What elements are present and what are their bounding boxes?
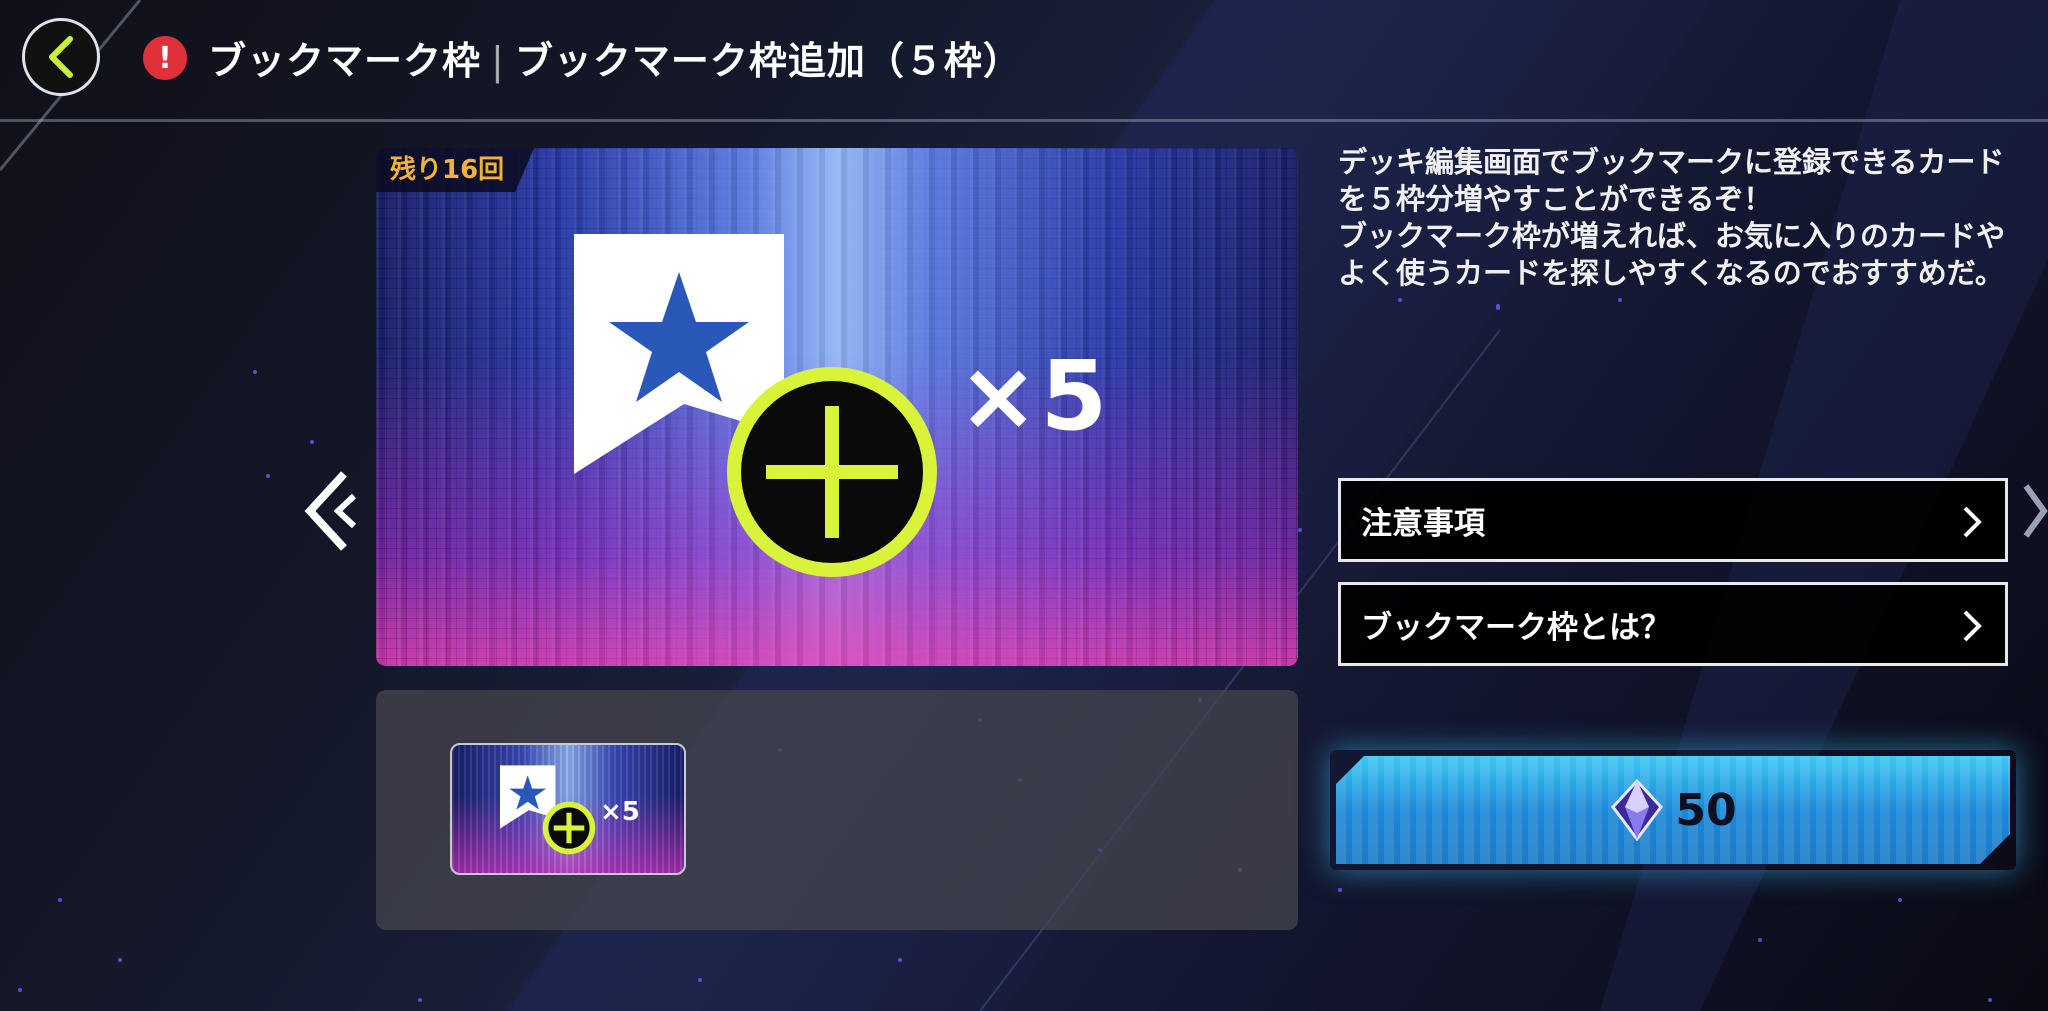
description-paragraph-1: デッキ編集画面でブックマークに登録できるカードを５枠分増やすことができるぞ！ xyxy=(1338,145,2005,216)
chevron-left-icon xyxy=(49,36,73,78)
product-description: デッキ編集画面でブックマークに登録できるカードを５枠分増やすことができるぞ！ ブ… xyxy=(1338,144,2018,292)
thumbnail-item-selected[interactable]: ×5 xyxy=(450,743,686,875)
notes-button[interactable]: 注意事項 xyxy=(1338,478,2008,562)
header-divider xyxy=(0,119,2048,122)
plus-circle-icon xyxy=(727,367,937,577)
thumbnail-multiplier: ×5 xyxy=(600,797,640,827)
about-bookmark-slots-button[interactable]: ブックマーク枠とは？ xyxy=(1338,582,2008,666)
title-sub: ブックマーク枠追加（５枠） xyxy=(514,39,1022,83)
page-title: ブックマーク枠 | ブックマーク枠追加（５枠） xyxy=(208,30,1022,85)
gem-icon xyxy=(1611,779,1664,841)
chevron-right-icon xyxy=(1963,506,1982,538)
about-label: ブックマーク枠とは？ xyxy=(1361,609,1671,646)
back-button[interactable] xyxy=(22,18,100,96)
description-paragraph-2: ブックマーク枠が増えれば、お気に入りのカードやよく使うカードを探しやすくなるので… xyxy=(1338,219,2006,290)
title-separator: | xyxy=(491,39,505,83)
plus-circle-icon xyxy=(542,801,596,855)
purchase-button[interactable]: 50 xyxy=(1336,756,2010,864)
previous-item-arrow-icon[interactable] xyxy=(300,466,360,556)
chevron-right-icon xyxy=(1963,610,1982,642)
next-item-arrow-icon[interactable] xyxy=(2022,466,2048,556)
alert-icon: ! xyxy=(143,36,187,80)
quantity-multiplier: ×5 xyxy=(958,340,1110,452)
title-main: ブックマーク枠 xyxy=(208,39,482,83)
remaining-count-badge: 残り16回 xyxy=(376,148,535,192)
notes-label: 注意事項 xyxy=(1361,505,1485,542)
price-value: 50 xyxy=(1675,784,1737,836)
